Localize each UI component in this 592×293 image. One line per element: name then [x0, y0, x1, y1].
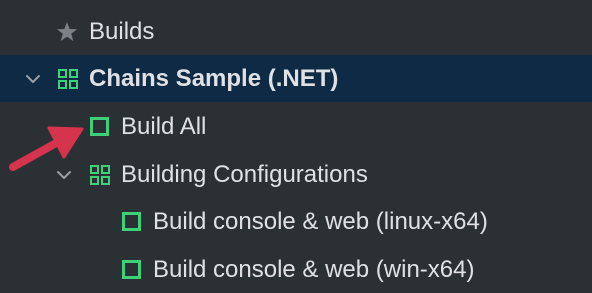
chevron-down-icon[interactable] [24, 70, 42, 88]
build-config-icon [122, 260, 141, 279]
tree-item-build-linux[interactable]: Build console & web (linux-x64) [0, 198, 592, 245]
project-tree: Builds Chains Sample (.NET) Build All Bu… [0, 0, 592, 292]
tree-item-label: Chains Sample (.NET) [89, 65, 339, 92]
build-config-icon [122, 212, 141, 231]
grid-icon [58, 69, 78, 89]
star-icon [57, 22, 77, 41]
build-config-icon [90, 117, 109, 136]
tree-item-label: Build console & web (linux-x64) [153, 208, 488, 235]
tree-item-building-configurations[interactable]: Building Configurations [0, 151, 592, 198]
tree-item-chains-sample[interactable]: Chains Sample (.NET) [0, 55, 592, 102]
grid-icon [90, 165, 110, 185]
annotation-arrow-icon [9, 126, 84, 171]
tree-item-label: Building Configurations [121, 161, 368, 188]
tree-item-label: Build All [121, 113, 207, 140]
tree-item-build-all[interactable]: Build All [0, 103, 592, 150]
tree-item-label: Builds [89, 18, 155, 45]
tree-item-builds[interactable]: Builds [0, 8, 592, 55]
tree-item-build-win[interactable]: Build console & web (win-x64) [0, 246, 592, 293]
tree-item-label: Build console & web (win-x64) [153, 256, 475, 283]
